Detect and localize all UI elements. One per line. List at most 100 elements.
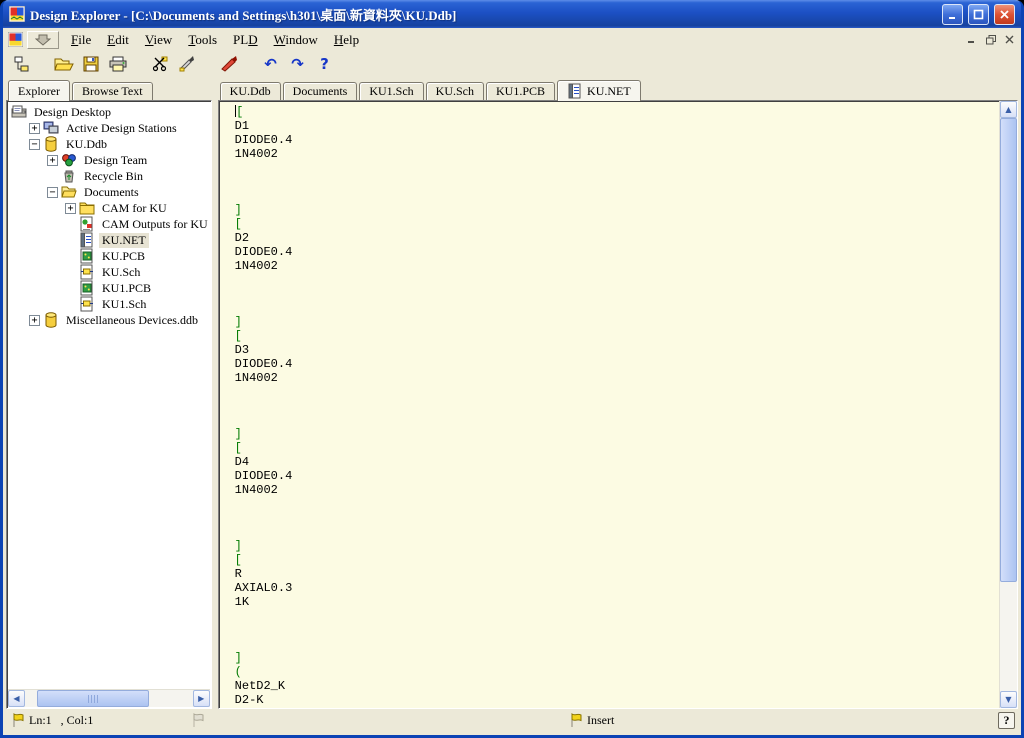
scrollbar-thumb[interactable] bbox=[1000, 118, 1017, 582]
title-bar[interactable]: Design Explorer - [C:\Documents and Sett… bbox=[3, 0, 1021, 28]
scissors-icon bbox=[152, 56, 168, 72]
collapse-icon[interactable]: − bbox=[29, 139, 40, 150]
editor-line: AXIAL0.3 bbox=[235, 581, 999, 595]
tab-label: KU1.Sch bbox=[369, 84, 413, 99]
scroll-down-button[interactable]: ▼ bbox=[1000, 691, 1017, 708]
tree-item-ku-ddb[interactable]: −KU.Ddb bbox=[7, 136, 211, 152]
tree-item-miscellaneous-devices-ddb[interactable]: +Miscellaneous Devices.ddb bbox=[7, 312, 211, 328]
tree-item-recycle-bin[interactable]: Recycle Bin bbox=[7, 168, 211, 184]
cursor-position-text: Ln:1 , Col:1 bbox=[29, 713, 93, 728]
editor-line bbox=[235, 385, 999, 399]
cursor-position-status: Ln:1 , Col:1 bbox=[11, 713, 93, 728]
doc-tab-documents[interactable]: Documents bbox=[283, 82, 358, 100]
menu-pld[interactable]: PLD bbox=[225, 30, 266, 50]
undo-button[interactable]: ↶ bbox=[258, 53, 283, 76]
tab-label: KU.NET bbox=[587, 84, 631, 99]
netlist-editor[interactable]: [D1DIODE0.41N4002][D2DIODE0.41N4002][D3D… bbox=[219, 101, 999, 708]
flag-icon bbox=[569, 713, 583, 728]
tree-item-cam-outputs-for-ku[interactable]: CAM Outputs for KU bbox=[7, 216, 211, 232]
print-button[interactable] bbox=[105, 53, 130, 76]
document-icon bbox=[8, 32, 23, 47]
tree-item-design-desktop[interactable]: Design Desktop bbox=[7, 104, 211, 120]
close-button[interactable] bbox=[994, 4, 1015, 25]
doc-tab-ku1-pcb[interactable]: KU1.PCB bbox=[486, 82, 555, 100]
help-icon: ? bbox=[320, 57, 329, 72]
help-button[interactable]: ? bbox=[312, 53, 337, 76]
mdi-restore-button[interactable] bbox=[982, 32, 999, 47]
tree-item-ku-pcb[interactable]: KU.PCB bbox=[7, 248, 211, 264]
collapse-icon[interactable]: − bbox=[47, 187, 58, 198]
doc-tab-ku1-sch[interactable]: KU1.Sch bbox=[359, 82, 423, 100]
database-icon bbox=[43, 312, 59, 328]
menu-edit[interactable]: Edit bbox=[99, 30, 137, 50]
expand-icon[interactable]: + bbox=[29, 315, 40, 326]
menu-help[interactable]: Help bbox=[326, 30, 367, 50]
editor-line: D4 bbox=[235, 455, 999, 469]
tree-item-design-team[interactable]: +Design Team bbox=[7, 152, 211, 168]
scroll-right-button[interactable]: ▶ bbox=[193, 690, 210, 707]
tree-item-ku1-pcb[interactable]: KU1.PCB bbox=[7, 280, 211, 296]
editor-line: R bbox=[235, 567, 999, 581]
tree-horizontal-scrollbar[interactable]: ◀ ▶ bbox=[8, 689, 210, 707]
pcbdoc-icon bbox=[79, 280, 95, 296]
scroll-left-button[interactable]: ◀ bbox=[8, 690, 25, 707]
context-help-button[interactable]: ? bbox=[998, 712, 1015, 729]
arrow-down-icon bbox=[35, 34, 51, 46]
menu-window[interactable]: Window bbox=[266, 30, 326, 50]
team-icon bbox=[61, 152, 77, 168]
save-button[interactable] bbox=[78, 53, 103, 76]
editor-line bbox=[235, 399, 999, 413]
tree-item-cam-for-ku[interactable]: + CAM for KU bbox=[7, 200, 211, 216]
editor-line: [ bbox=[235, 441, 999, 455]
tab-label: Documents bbox=[293, 84, 348, 99]
editor-vertical-scrollbar[interactable]: ▲ ▼ bbox=[999, 101, 1017, 708]
tree-item-ku1-sch[interactable]: KU1.Sch bbox=[7, 296, 211, 312]
editor-line bbox=[235, 637, 999, 651]
scroll-up-button[interactable]: ▲ bbox=[1000, 101, 1017, 118]
knife-tool-button[interactable] bbox=[174, 53, 199, 76]
doc-tab-ku-ddb[interactable]: KU.Ddb bbox=[220, 82, 281, 100]
status-bar: Ln:1 , Col:1 Insert ? bbox=[3, 709, 1021, 735]
expand-icon[interactable]: + bbox=[65, 203, 76, 214]
maximize-button[interactable] bbox=[968, 4, 989, 25]
redo-icon: ↷ bbox=[291, 57, 304, 72]
tab-label: Browse Text bbox=[82, 84, 143, 99]
menu-view[interactable]: View bbox=[137, 30, 180, 50]
redo-button[interactable]: ↷ bbox=[285, 53, 310, 76]
open-icon bbox=[54, 56, 74, 72]
tree-item-label: KU.PCB bbox=[99, 249, 148, 264]
scrollbar-track[interactable] bbox=[25, 690, 193, 707]
tree-item-active-design-stations[interactable]: +Active Design Stations bbox=[7, 120, 211, 136]
tree-item-ku-sch[interactable]: KU.Sch bbox=[7, 264, 211, 280]
scrollbar-thumb[interactable] bbox=[37, 690, 149, 707]
design-manager-toggle-button[interactable] bbox=[9, 53, 34, 76]
menu-bar: FileEditViewToolsPLDWindowHelp bbox=[3, 28, 1021, 51]
tree-item-label: CAM for KU bbox=[99, 201, 170, 216]
minimize-button[interactable] bbox=[942, 4, 963, 25]
menu-arrow-button[interactable] bbox=[27, 31, 59, 49]
red-knife-tool-button[interactable] bbox=[216, 53, 241, 76]
design-tree[interactable]: Design Desktop+Active Design Stations−KU… bbox=[7, 101, 211, 689]
mdi-close-button[interactable] bbox=[1001, 32, 1018, 47]
dmgr-icon bbox=[13, 56, 31, 73]
tree-item-ku-net[interactable]: KU.NET bbox=[7, 232, 211, 248]
expand-icon[interactable]: + bbox=[47, 155, 58, 166]
recycle-icon bbox=[61, 168, 77, 184]
doc-tab-ku-sch[interactable]: KU.Sch bbox=[426, 82, 484, 100]
editor-line: ] bbox=[235, 651, 999, 665]
menu-tools[interactable]: Tools bbox=[180, 30, 225, 50]
tab-browse-text[interactable]: Browse Text bbox=[72, 82, 153, 100]
editor-line: ] bbox=[235, 427, 999, 441]
expand-icon[interactable]: + bbox=[29, 123, 40, 134]
scrollbar-track[interactable] bbox=[1000, 118, 1017, 691]
open-document-button[interactable] bbox=[51, 53, 76, 76]
menu-items: FileEditViewToolsPLDWindowHelp bbox=[63, 30, 367, 50]
menu-file[interactable]: File bbox=[63, 30, 99, 50]
mdi-minimize-button[interactable] bbox=[963, 32, 980, 47]
doc-tab-ku-net[interactable]: KU.NET bbox=[557, 80, 641, 101]
cut-button[interactable] bbox=[147, 53, 172, 76]
tree-item-label: Recycle Bin bbox=[81, 169, 146, 184]
tab-label: Explorer bbox=[18, 84, 60, 99]
tree-item-documents[interactable]: −Documents bbox=[7, 184, 211, 200]
tab-explorer[interactable]: Explorer bbox=[8, 80, 70, 101]
